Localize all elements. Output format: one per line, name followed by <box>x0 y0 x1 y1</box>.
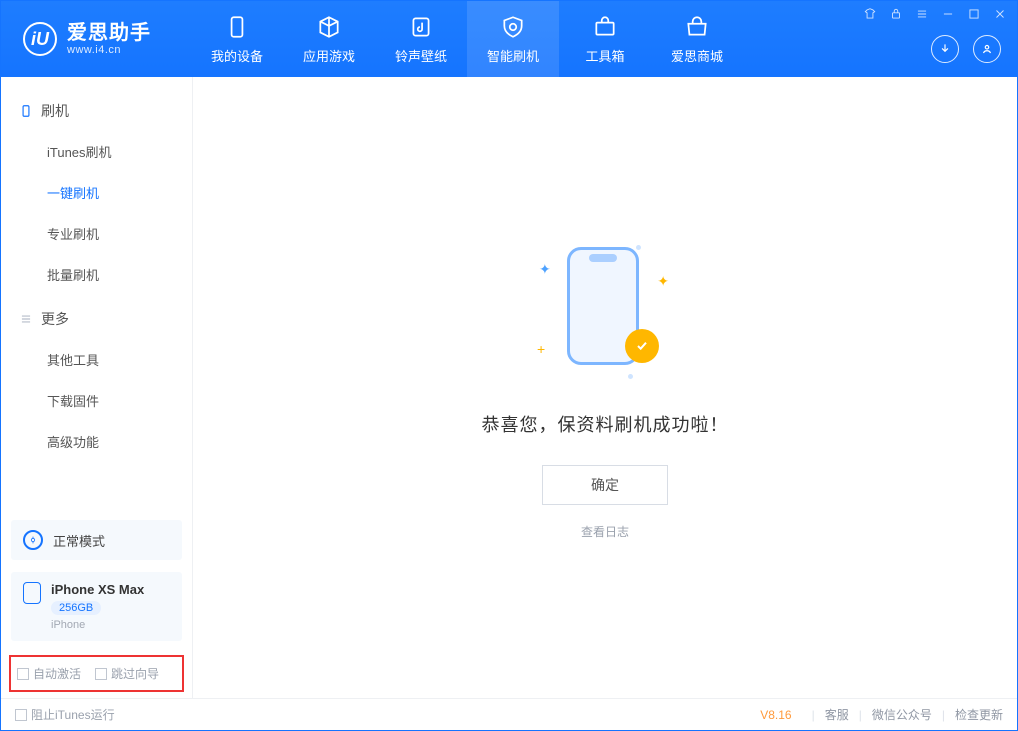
music-note-icon <box>408 14 434 40</box>
sidebar-group-more: 更多 <box>1 295 192 339</box>
ok-button[interactable]: 确定 <box>542 465 668 505</box>
checkbox-box-icon <box>95 668 107 680</box>
checkbox-box-icon <box>17 668 29 680</box>
device-phone-icon <box>23 582 41 604</box>
header: iU 爱思助手 www.i4.cn 我的设备 应用游戏 铃声壁纸 智能刷机 <box>1 1 1017 77</box>
separator: | <box>812 708 815 722</box>
dot-icon <box>628 374 633 379</box>
footer-link-update[interactable]: 检查更新 <box>955 706 1003 723</box>
nav-store[interactable]: 爱思商城 <box>651 1 743 77</box>
refresh-shield-icon <box>500 14 526 40</box>
main-content: ✦ ✦ + 恭喜您，保资料刷机成功啦！ 确定 查看日志 <box>193 77 1017 698</box>
device-name: iPhone XS Max <box>51 582 144 597</box>
flash-options-row: 自动激活 跳过向导 <box>9 655 184 692</box>
success-illustration: ✦ ✦ + <box>525 235 685 385</box>
sidebar-group-title: 更多 <box>41 309 69 329</box>
sidebar-item-itunes-flash[interactable]: iTunes刷机 <box>1 131 192 172</box>
menu-icon[interactable] <box>915 7 929 21</box>
checkbox-label: 跳过向导 <box>111 665 159 682</box>
sparkle-icon: ✦ <box>539 261 551 278</box>
nav-ringtone-wallpaper[interactable]: 铃声壁纸 <box>375 1 467 77</box>
footer-link-support[interactable]: 客服 <box>825 706 849 723</box>
nav-app-games[interactable]: 应用游戏 <box>283 1 375 77</box>
mode-card[interactable]: 正常模式 <box>11 520 182 560</box>
minimize-icon[interactable] <box>941 7 955 21</box>
brand-subtitle: www.i4.cn <box>67 44 151 56</box>
mode-label: 正常模式 <box>53 531 105 550</box>
nav-label: 智能刷机 <box>487 46 539 65</box>
sparkle-icon: + <box>537 341 545 357</box>
nav-my-device[interactable]: 我的设备 <box>191 1 283 77</box>
device-card[interactable]: iPhone XS Max 256GB iPhone <box>11 572 182 641</box>
sidebar: 刷机 iTunes刷机 一键刷机 专业刷机 批量刷机 更多 其他工具 下载固件 … <box>1 77 193 698</box>
separator: | <box>859 708 862 722</box>
download-icon[interactable] <box>931 35 959 63</box>
nav-label: 我的设备 <box>211 46 263 65</box>
sidebar-item-other-tools[interactable]: 其他工具 <box>1 339 192 380</box>
sidebar-item-download-firmware[interactable]: 下载固件 <box>1 380 192 421</box>
footer-link-wechat[interactable]: 微信公众号 <box>872 706 932 723</box>
version-label: V8.16 <box>760 708 791 722</box>
dot-icon <box>636 245 641 250</box>
nav-toolbox[interactable]: 工具箱 <box>559 1 651 77</box>
phone-outline-icon <box>19 104 33 118</box>
footer-links: | 客服 | 微信公众号 | 检查更新 <box>812 706 1003 723</box>
brand: iU 爱思助手 www.i4.cn <box>1 1 191 77</box>
window-controls-top <box>863 7 1007 21</box>
nav-smart-flash[interactable]: 智能刷机 <box>467 1 559 77</box>
nav-label: 爱思商城 <box>671 46 723 65</box>
shirt-icon[interactable] <box>863 7 877 21</box>
checkbox-skip-guide[interactable]: 跳过向导 <box>95 665 159 682</box>
brand-title: 爱思助手 <box>67 22 151 44</box>
cube-icon <box>316 14 342 40</box>
maximize-icon[interactable] <box>967 7 981 21</box>
view-log-link[interactable]: 查看日志 <box>581 523 629 540</box>
top-nav: 我的设备 应用游戏 铃声壁纸 智能刷机 工具箱 爱思商城 <box>191 1 743 77</box>
body: 刷机 iTunes刷机 一键刷机 专业刷机 批量刷机 更多 其他工具 下载固件 … <box>1 77 1017 698</box>
device-type: iPhone <box>51 619 144 631</box>
brand-logo-icon: iU <box>23 22 57 56</box>
sidebar-item-advanced[interactable]: 高级功能 <box>1 421 192 462</box>
success-message: 恭喜您，保资料刷机成功啦！ <box>482 411 729 437</box>
sidebar-group-title: 刷机 <box>41 101 69 121</box>
nav-label: 铃声壁纸 <box>395 46 447 65</box>
header-right-icons <box>931 35 1001 63</box>
nav-label: 应用游戏 <box>303 46 355 65</box>
app-window: iU 爱思助手 www.i4.cn 我的设备 应用游戏 铃声壁纸 智能刷机 <box>0 0 1018 731</box>
sidebar-item-batch-flash[interactable]: 批量刷机 <box>1 254 192 295</box>
checkbox-box-icon <box>15 709 27 721</box>
toolbox-icon <box>592 14 618 40</box>
checkbox-auto-activate[interactable]: 自动激活 <box>17 665 81 682</box>
footer: 阻止iTunes运行 V8.16 | 客服 | 微信公众号 | 检查更新 <box>1 698 1017 730</box>
mode-normal-icon <box>23 530 43 550</box>
sidebar-item-pro-flash[interactable]: 专业刷机 <box>1 213 192 254</box>
store-icon <box>684 14 710 40</box>
brand-text: 爱思助手 www.i4.cn <box>67 22 151 56</box>
checkbox-label: 阻止iTunes运行 <box>31 706 115 723</box>
lock-icon[interactable] <box>889 7 903 21</box>
nav-label: 工具箱 <box>585 46 624 65</box>
checkbox-block-itunes[interactable]: 阻止iTunes运行 <box>15 706 115 723</box>
separator: | <box>942 708 945 722</box>
sparkle-icon: ✦ <box>657 273 669 290</box>
checkbox-label: 自动激活 <box>33 665 81 682</box>
device-capacity-badge: 256GB <box>51 601 101 615</box>
sidebar-scroll: 刷机 iTunes刷机 一键刷机 专业刷机 批量刷机 更多 其他工具 下载固件 … <box>1 77 192 514</box>
close-icon[interactable] <box>993 7 1007 21</box>
checkmark-badge-icon <box>625 329 659 363</box>
user-icon[interactable] <box>973 35 1001 63</box>
list-icon <box>19 312 33 326</box>
phone-icon <box>224 14 250 40</box>
sidebar-group-flash: 刷机 <box>1 87 192 131</box>
device-info: iPhone XS Max 256GB iPhone <box>51 582 144 631</box>
sidebar-item-oneclick-flash[interactable]: 一键刷机 <box>1 172 192 213</box>
